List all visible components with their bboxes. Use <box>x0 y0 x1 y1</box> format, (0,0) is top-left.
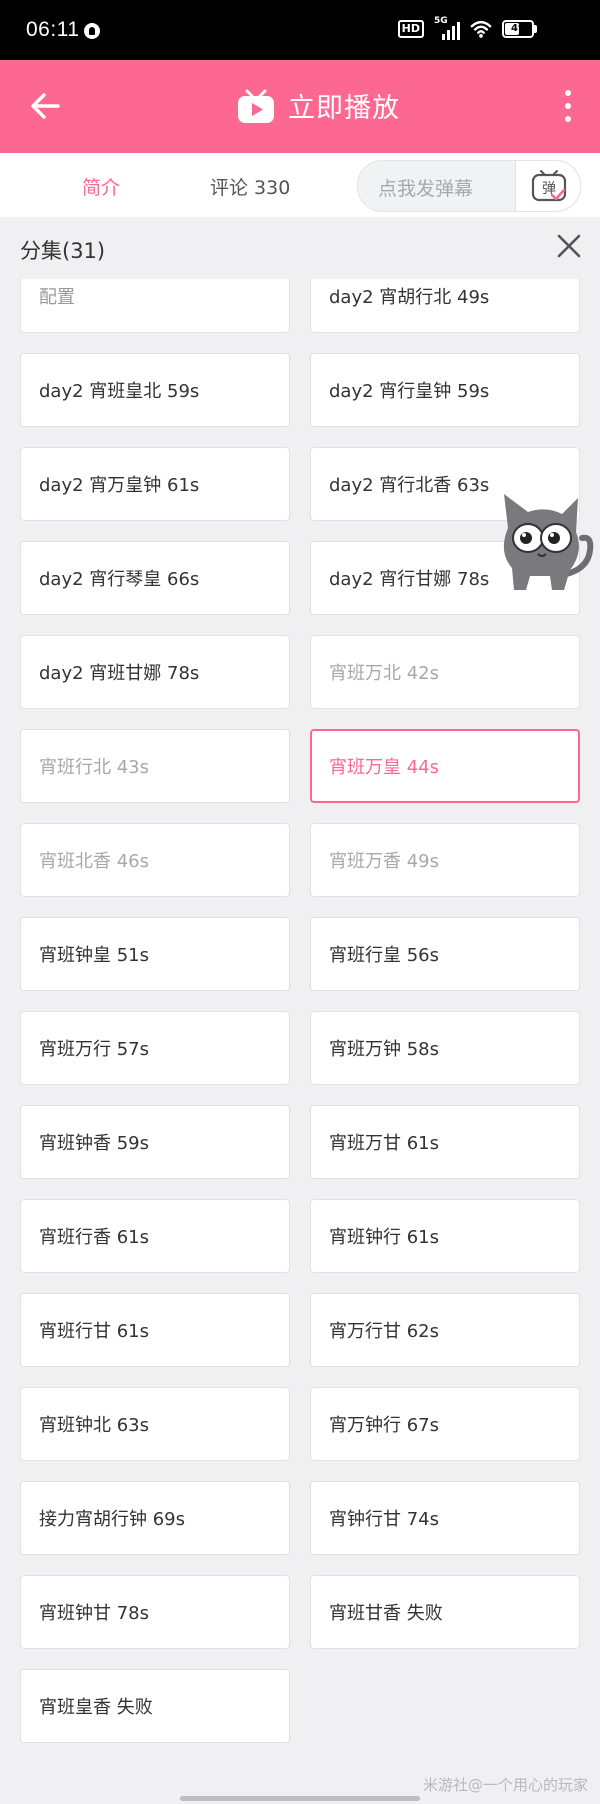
signal-icon: 5G <box>434 16 460 40</box>
tab-intro[interactable]: 简介 <box>79 173 123 220</box>
episode-item[interactable]: 宵班万钟 58s <box>310 1011 580 1085</box>
episode-item[interactable]: day2 宵万皇钟 61s <box>20 447 290 521</box>
episode-panel-title: 分集(31) <box>20 239 106 263</box>
top-bar: 立即播放 <box>0 60 600 153</box>
home-indicator[interactable] <box>180 1796 420 1801</box>
episode-item[interactable]: 宵班钟北 63s <box>20 1387 290 1461</box>
episode-item[interactable]: 宵班万行 57s <box>20 1011 290 1085</box>
wifi-icon <box>470 20 492 38</box>
episode-item[interactable]: 宵班皇香 失败 <box>20 1669 290 1743</box>
episode-item[interactable]: 宵班行甘 61s <box>20 1293 290 1367</box>
episode-item-current[interactable]: 宵班万皇 44s <box>310 729 580 803</box>
episode-item[interactable]: day2 宵行皇钟 59s <box>310 353 580 427</box>
episode-item[interactable]: 宵班行皇 56s <box>310 917 580 991</box>
episode-item[interactable]: 宵班钟香 59s <box>20 1105 290 1179</box>
tab-bar: 简介 评论 330 点我发弹幕 弹 <box>0 153 600 220</box>
hd-icon: HD <box>397 20 424 38</box>
svg-text:弹: 弹 <box>542 181 556 197</box>
episode-item[interactable]: day2 宵班甘娜 78s <box>20 635 290 709</box>
episode-item[interactable]: 宵班钟甘 78s <box>20 1575 290 1649</box>
status-bar: 06:11 HD 5G 49 <box>0 0 600 60</box>
danmaku-input[interactable]: 点我发弹幕 弹 <box>357 160 581 212</box>
episode-item[interactable]: 宵班北香 46s <box>20 823 290 897</box>
episode-item[interactable]: day2 宵行琴皇 66s <box>20 541 290 615</box>
watermark: 米游社@一个用心的玩家 <box>422 1776 588 1794</box>
more-options-icon[interactable] <box>562 90 574 122</box>
battery-icon: 49 <box>502 20 537 38</box>
episode-item[interactable]: 接力宵胡行钟 69s <box>20 1481 290 1555</box>
notification-icon <box>84 23 100 39</box>
back-arrow-icon[interactable] <box>28 88 64 124</box>
close-icon[interactable] <box>556 233 582 259</box>
episode-item[interactable]: 宵班万北 42s <box>310 635 580 709</box>
episode-item[interactable]: day2 宵胡行北 49s <box>310 279 580 333</box>
tab-comments[interactable]: 评论 330 <box>210 173 290 200</box>
episode-item[interactable]: 宵班行香 61s <box>20 1199 290 1273</box>
episode-item[interactable]: 宵班钟皇 51s <box>20 917 290 991</box>
episode-item[interactable]: 配置 <box>20 279 290 333</box>
status-time: 06:11 <box>26 18 80 41</box>
episode-panel-header: 分集(31) <box>0 217 600 279</box>
danmaku-placeholder: 点我发弹幕 <box>378 178 474 200</box>
page-title: 立即播放 <box>288 93 400 124</box>
episode-item[interactable]: 宵班行北 43s <box>20 729 290 803</box>
episode-item[interactable]: 宵班甘香 失败 <box>310 1575 580 1649</box>
cat-mascot-icon[interactable] <box>490 480 600 598</box>
episode-item[interactable]: 宵钟行甘 74s <box>310 1481 580 1555</box>
status-icons: HD 5G 49 <box>397 16 537 40</box>
episode-item[interactable]: day2 宵班皇北 59s <box>20 353 290 427</box>
danmaku-toggle-button[interactable]: 弹 <box>515 161 580 211</box>
episode-item[interactable]: 宵班万香 49s <box>310 823 580 897</box>
episode-item[interactable]: 宵万行甘 62s <box>310 1293 580 1367</box>
tv-play-icon <box>238 89 274 123</box>
episode-item[interactable]: 宵万钟行 67s <box>310 1387 580 1461</box>
episode-item[interactable]: 宵班万甘 61s <box>310 1105 580 1179</box>
play-now-button[interactable]: 立即播放 <box>236 86 400 125</box>
danmaku-icon: 弹 <box>531 170 567 202</box>
episode-item[interactable]: 宵班钟行 61s <box>310 1199 580 1273</box>
